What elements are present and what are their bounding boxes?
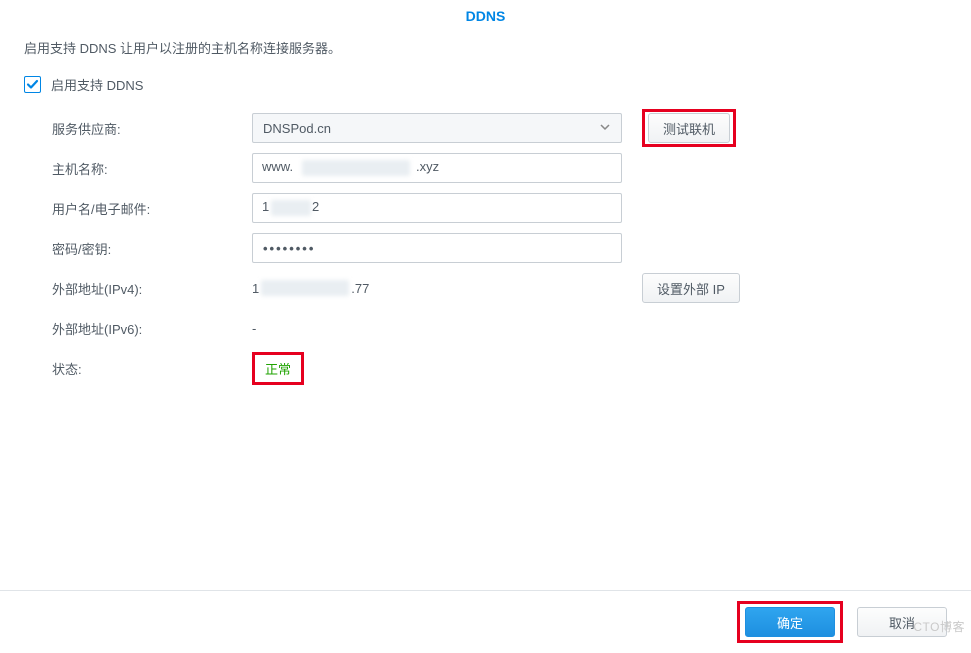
ipv6-value: - <box>252 317 622 340</box>
description-text: 启用支持 DDNS 让用户以注册的主机名称连接服务器。 <box>24 38 947 57</box>
password-input[interactable] <box>252 233 622 263</box>
provider-value: DNSPod.cn <box>263 121 331 136</box>
status-label: 状态: <box>52 359 252 378</box>
dialog-title: DDNS <box>0 0 971 38</box>
provider-select[interactable]: DNSPod.cn <box>252 113 622 143</box>
status-value: 正常 <box>265 362 291 377</box>
set-external-ip-button[interactable]: 设置外部 IP <box>642 273 740 303</box>
enable-ddns-checkbox[interactable] <box>24 76 41 93</box>
enable-ddns-label: 启用支持 DDNS <box>51 75 143 94</box>
password-label: 密码/密钥: <box>52 239 252 258</box>
provider-label: 服务供应商: <box>52 119 252 138</box>
ipv4-prefix: 1 <box>252 281 259 296</box>
cancel-button[interactable]: 取消 <box>857 607 947 637</box>
chevron-down-icon <box>599 121 611 136</box>
test-connection-button[interactable]: 测试联机 <box>648 113 730 143</box>
ipv4-suffix: .77 <box>351 281 369 296</box>
ipv4-label: 外部地址(IPv4): <box>52 279 252 298</box>
username-label: 用户名/电子邮件: <box>52 199 252 218</box>
hostname-label: 主机名称: <box>52 159 252 178</box>
dialog-footer: 确定 取消 <box>0 590 971 653</box>
ok-button[interactable]: 确定 <box>745 607 835 637</box>
ipv6-label: 外部地址(IPv6): <box>52 319 252 338</box>
